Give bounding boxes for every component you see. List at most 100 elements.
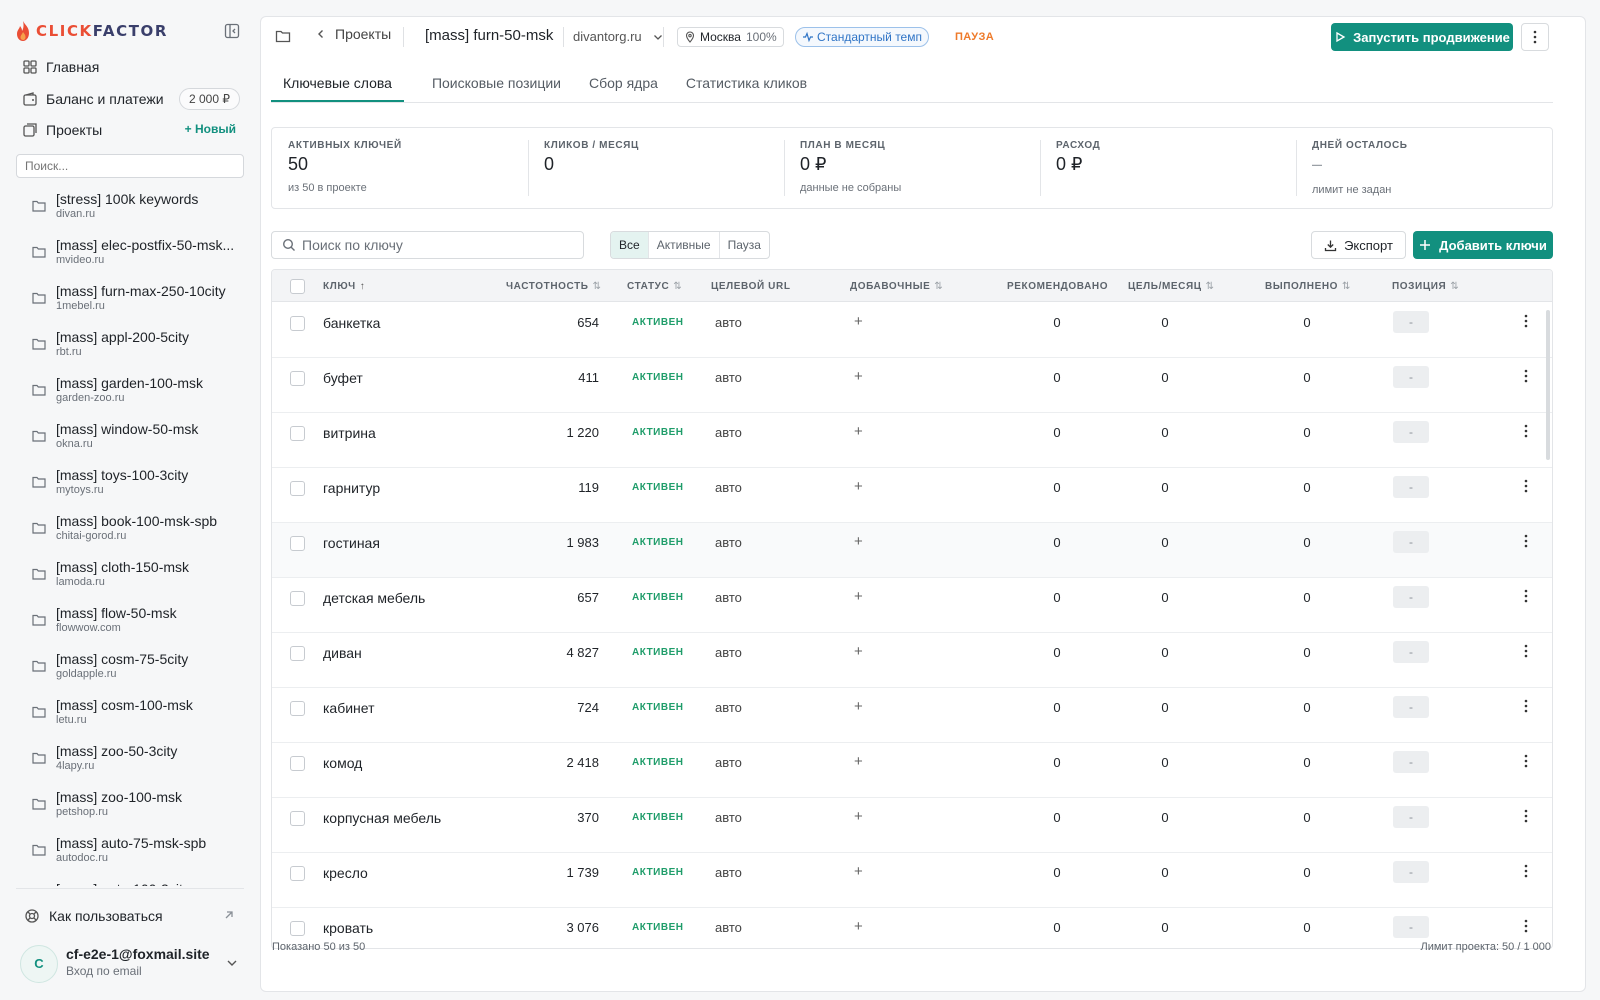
keyword-search-input[interactable] (302, 237, 572, 253)
add-extra-button[interactable]: + (854, 313, 863, 330)
add-extra-button[interactable]: + (854, 808, 863, 825)
target-url-cell[interactable]: авто (715, 535, 742, 550)
collapse-sidebar-icon[interactable] (224, 23, 240, 39)
add-keywords-button[interactable]: Добавить ключи (1413, 231, 1553, 259)
table-row[interactable]: детская мебель 657 АКТИВЕН авто +0 0 0 - (272, 578, 1552, 633)
project-list-item[interactable]: [stress] 100k keywords divan.ru (16, 186, 244, 232)
table-row[interactable]: гостиная 1 983 АКТИВЕН авто +0 0 0 - (272, 523, 1552, 578)
row-menu-icon[interactable] (1520, 423, 1532, 439)
goal-cell[interactable]: 0 (1150, 590, 1180, 605)
filter-paused[interactable]: Пауза (720, 232, 769, 258)
add-extra-button[interactable]: + (854, 478, 863, 495)
target-url-cell[interactable]: авто (715, 425, 742, 440)
tab-search-positions[interactable]: Поисковые позиции (432, 73, 561, 102)
row-checkbox[interactable] (290, 591, 305, 606)
sidebar-search-input[interactable] (16, 154, 244, 178)
row-menu-icon[interactable] (1520, 313, 1532, 329)
col-extra[interactable]: ДОБАВОЧНЫЕ ⇅ (850, 281, 943, 292)
add-extra-button[interactable]: + (854, 863, 863, 880)
add-extra-button[interactable]: + (854, 698, 863, 715)
row-menu-icon[interactable] (1520, 478, 1532, 494)
target-url-cell[interactable]: авто (715, 590, 742, 605)
tempo-chip[interactable]: Стандартный темп (795, 27, 929, 47)
goal-cell[interactable]: 0 (1150, 425, 1180, 440)
table-row[interactable]: кровать 3 076 АКТИВЕН авто +0 0 0 - (272, 908, 1552, 948)
table-row[interactable]: витрина 1 220 АКТИВЕН авто +0 0 0 - (272, 413, 1552, 468)
more-actions-button[interactable] (1521, 23, 1549, 51)
row-checkbox[interactable] (290, 316, 305, 331)
project-list-item[interactable]: [mass] cloth-150-msk lamoda.ru (16, 554, 244, 600)
nav-projects[interactable]: Проекты + Новый (16, 116, 244, 144)
add-extra-button[interactable]: + (854, 643, 863, 660)
goal-cell[interactable]: 0 (1150, 480, 1180, 495)
target-url-cell[interactable]: авто (715, 480, 742, 495)
export-button[interactable]: Экспорт (1311, 231, 1406, 259)
tab-keywords[interactable]: Ключевые слова (271, 73, 404, 102)
back-to-projects-link[interactable]: Проекты (315, 26, 391, 42)
row-menu-icon[interactable] (1520, 918, 1532, 934)
goal-cell[interactable]: 0 (1150, 645, 1180, 660)
row-menu-icon[interactable] (1520, 753, 1532, 769)
project-list-item[interactable]: [mass] zoo-50-3city 4lapy.ru (16, 738, 244, 784)
goal-cell[interactable]: 0 (1150, 865, 1180, 880)
add-extra-button[interactable]: + (854, 423, 863, 440)
user-menu[interactable]: C cf-e2e-1@foxmail.site Вход по email (16, 941, 244, 985)
project-list-item[interactable]: [mass] cosm-75-5city goldapple.ru (16, 646, 244, 692)
project-list-item[interactable]: [mass] toys-100-3city mytoys.ru (16, 462, 244, 508)
region-chip[interactable]: Москва 100% (677, 27, 784, 47)
col-done[interactable]: ВЫПОЛНЕНО ⇅ (1265, 281, 1351, 292)
row-menu-icon[interactable] (1520, 808, 1532, 824)
row-menu-icon[interactable] (1520, 863, 1532, 879)
row-checkbox[interactable] (290, 701, 305, 716)
goal-cell[interactable]: 0 (1150, 700, 1180, 715)
table-row[interactable]: кресло 1 739 АКТИВЕН авто +0 0 0 - (272, 853, 1552, 908)
project-list-item[interactable]: [mass] appl-200-5city rbt.ru (16, 324, 244, 370)
nav-home[interactable]: Главная (16, 53, 244, 81)
project-list-item[interactable]: [mass] auto-100-3city (16, 876, 244, 886)
tab-core-collection[interactable]: Сбор ядра (589, 73, 658, 102)
keyword-search[interactable] (271, 231, 584, 259)
col-frequency[interactable]: ЧАСТОТНОСТЬ ⇅ (506, 281, 602, 292)
target-url-cell[interactable]: авто (715, 865, 742, 880)
table-row[interactable]: гарнитур 119 АКТИВЕН авто +0 0 0 - (272, 468, 1552, 523)
row-checkbox[interactable] (290, 646, 305, 661)
row-checkbox[interactable] (290, 811, 305, 826)
row-checkbox[interactable] (290, 481, 305, 496)
project-list-item[interactable]: [mass] elec-postfix-50-msk... mvideo.ru (16, 232, 244, 278)
row-menu-icon[interactable] (1520, 368, 1532, 384)
col-goal-month[interactable]: ЦЕЛЬ/МЕСЯЦ ⇅ (1128, 281, 1215, 292)
select-all-checkbox[interactable] (290, 279, 305, 294)
row-checkbox[interactable] (290, 921, 305, 936)
add-extra-button[interactable]: + (854, 533, 863, 550)
table-row[interactable]: комод 2 418 АКТИВЕН авто +0 0 0 - (272, 743, 1552, 798)
target-url-cell[interactable]: авто (715, 645, 742, 660)
project-list-item[interactable]: [mass] zoo-100-msk petshop.ru (16, 784, 244, 830)
table-row[interactable]: банкетка 654 АКТИВЕН авто +0 0 0 - (272, 303, 1552, 358)
col-position[interactable]: ПОЗИЦИЯ ⇅ (1392, 281, 1459, 292)
add-extra-button[interactable]: + (854, 753, 863, 770)
project-list-item[interactable]: [mass] flow-50-msk flowwow.com (16, 600, 244, 646)
row-checkbox[interactable] (290, 371, 305, 386)
target-url-cell[interactable]: авто (715, 700, 742, 715)
row-checkbox[interactable] (290, 866, 305, 881)
launch-promotion-button[interactable]: Запустить продвижение (1331, 23, 1513, 51)
project-list-item[interactable]: [mass] window-50-msk okna.ru (16, 416, 244, 462)
how-to-use-link[interactable]: Как пользоваться (16, 904, 244, 928)
domain-select[interactable]: divantorg.ru (573, 29, 664, 44)
add-extra-button[interactable]: + (854, 368, 863, 385)
col-status[interactable]: СТАТУС ⇅ (627, 281, 682, 292)
target-url-cell[interactable]: авто (715, 810, 742, 825)
table-row[interactable]: корпусная мебель 370 АКТИВЕН авто +0 0 0 - (272, 798, 1552, 853)
table-scrollbar[interactable] (1546, 310, 1550, 460)
target-url-cell[interactable]: авто (715, 755, 742, 770)
col-key[interactable]: КЛЮЧ ↑ (323, 281, 365, 292)
row-checkbox[interactable] (290, 536, 305, 551)
tab-click-stats[interactable]: Статистика кликов (686, 73, 807, 102)
row-checkbox[interactable] (290, 756, 305, 771)
row-menu-icon[interactable] (1520, 698, 1532, 714)
filter-active[interactable]: Активные (649, 232, 720, 258)
target-url-cell[interactable]: авто (715, 315, 742, 330)
project-list-item[interactable]: [mass] furn-max-250-10city 1mebel.ru (16, 278, 244, 324)
table-row[interactable]: буфет 411 АКТИВЕН авто +0 0 0 - (272, 358, 1552, 413)
project-list-item[interactable]: [mass] auto-75-msk-spb autodoc.ru (16, 830, 244, 876)
